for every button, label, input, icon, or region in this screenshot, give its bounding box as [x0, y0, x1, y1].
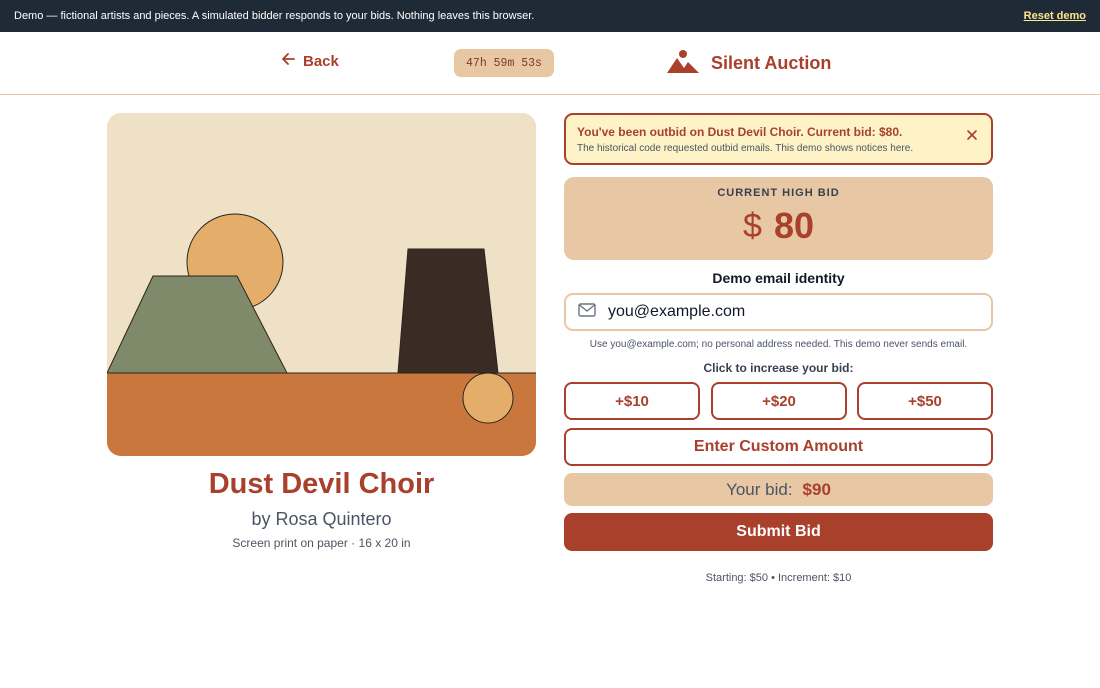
page-header: Back 47h 59m 53s Silent Auction: [0, 32, 1100, 95]
current-bid-amount: $ 80: [564, 205, 993, 247]
close-icon[interactable]: [966, 129, 978, 145]
artwork-dimensions: 16 x 20 in: [358, 536, 411, 550]
your-bid-display: Your bid: $90: [564, 473, 993, 506]
outbid-notice-detail: The historical code requested outbid ema…: [577, 143, 914, 154]
starting-increment-note: Starting: $50 • Increment: $10: [705, 572, 852, 584]
increment-label: Click to increase your bid:: [703, 361, 854, 375]
reset-demo-link[interactable]: Reset demo: [1024, 10, 1086, 22]
brand: Silent Auction: [667, 49, 831, 78]
artwork-image: [107, 113, 536, 456]
increment-10-button[interactable]: +$10: [564, 382, 700, 420]
artwork-title: Dust Devil Choir: [208, 468, 435, 500]
increment-20-button[interactable]: +$20: [711, 382, 847, 420]
email-field[interactable]: [564, 293, 993, 331]
artwork-artist: by Rosa Quintero: [251, 509, 392, 529]
artwork-meta: Screen print on paper · 16 x 20 in: [107, 536, 536, 550]
current-bid-value: 80: [773, 205, 814, 246]
submit-bid-button[interactable]: Submit Bid: [564, 513, 993, 551]
demo-banner: Demo — fictional artists and pieces. A s…: [0, 0, 1100, 32]
meta-separator: ·: [351, 536, 356, 550]
email-label: Demo email identity: [712, 270, 845, 286]
outbid-notice-headline: You've been outbid on Dust Devil Choir. …: [577, 125, 903, 139]
your-bid-label: Your bid:: [726, 479, 793, 499]
email-help-text: Use you@example.com; no personal address…: [589, 339, 968, 350]
custom-amount-button[interactable]: Enter Custom Amount: [564, 428, 993, 466]
current-bid-label: CURRENT HIGH BID: [717, 187, 840, 199]
back-button[interactable]: Back: [281, 52, 339, 70]
mail-icon: [578, 302, 596, 322]
brand-title: Silent Auction: [711, 53, 832, 73]
email-input[interactable]: [608, 303, 968, 321]
artwork-medium: Screen print on paper: [232, 536, 348, 550]
mountain-logo-icon: [667, 49, 699, 78]
back-label: Back: [303, 52, 339, 70]
current-bid-panel: CURRENT HIGH BID $ 80: [564, 177, 993, 260]
countdown-timer: 47h 59m 53s: [454, 49, 554, 77]
outbid-notice: You've been outbid on Dust Devil Choir. …: [564, 113, 993, 165]
your-bid-value: $90: [802, 479, 831, 499]
arrow-left-icon: [281, 52, 295, 70]
demo-banner-message: Demo — fictional artists and pieces. A s…: [14, 10, 535, 22]
currency-symbol: $: [743, 206, 762, 245]
increment-50-button[interactable]: +$50: [857, 382, 993, 420]
